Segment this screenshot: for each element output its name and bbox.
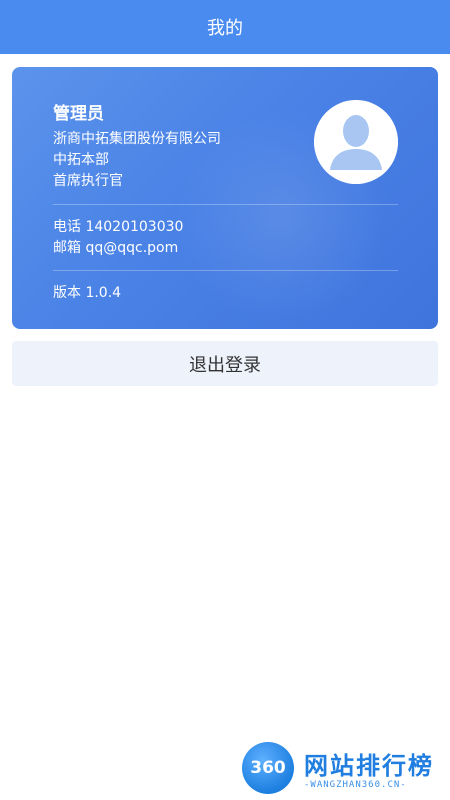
- watermark-logo: 360 网站排行榜 -WANGZHAN360.CN-: [240, 736, 450, 800]
- divider: [53, 270, 398, 271]
- user-name: 管理员: [53, 104, 104, 124]
- email-text: 邮箱 qq@qqc.pom: [53, 240, 179, 256]
- company-name: 浙商中拓集团股份有限公司: [53, 131, 221, 147]
- phone-text: 电话 14020103030: [53, 219, 184, 235]
- top-bar: 我的: [0, 0, 450, 54]
- watermark-subtitle: -WANGZHAN360.CN-: [304, 780, 407, 790]
- version-text: 版本 1.0.4: [53, 285, 122, 301]
- watermark-title: 网站排行榜: [304, 752, 434, 780]
- position-title: 首席执行官: [53, 173, 123, 189]
- logout-button[interactable]: 退出登录: [12, 341, 438, 386]
- divider: [53, 204, 398, 205]
- department-name: 中拓本部: [53, 152, 109, 168]
- avatar[interactable]: [314, 100, 398, 184]
- watermark-badge: 360: [242, 742, 294, 794]
- user-avatar-icon: [314, 100, 398, 184]
- page-title: 我的: [207, 18, 243, 39]
- profile-card: 管理员 浙商中拓集团股份有限公司 中拓本部 首席执行官 电话 140201030…: [12, 67, 438, 329]
